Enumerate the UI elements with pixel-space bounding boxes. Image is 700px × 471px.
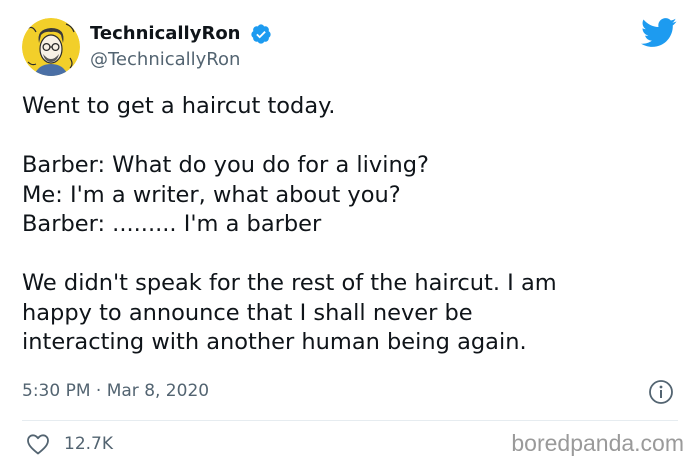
tweet-line: We didn't speak for the rest of the hair…: [22, 270, 557, 296]
tweet-line: Barber: What do you do for a living?: [22, 152, 429, 178]
tweet-line: Me: I'm a writer, what about you?: [22, 181, 401, 208]
divider: [22, 420, 678, 421]
tweet-line: Went to get a haircut today.: [22, 93, 336, 119]
heart-icon[interactable]: [26, 433, 50, 455]
author-display-name[interactable]: TechnicallyRon: [90, 22, 241, 46]
tweet-line: interacting with another human being aga…: [22, 329, 527, 355]
author-avatar[interactable]: [22, 18, 80, 76]
verified-badge-icon: [250, 23, 272, 45]
like-count[interactable]: 12.7K: [64, 432, 113, 456]
info-icon[interactable]: [648, 379, 674, 405]
tweet-text: Went to get a haircut today. Barber: Wha…: [22, 92, 682, 358]
author-handle[interactable]: @TechnicallyRon: [90, 48, 240, 72]
watermark: boredpanda.com: [511, 430, 684, 456]
tweet-timestamp[interactable]: 5:30 PM · Mar 8, 2020: [22, 380, 209, 402]
tweet-card: TechnicallyRon @TechnicallyRon Went to g…: [0, 0, 700, 471]
tweet-line: Barber: ......... I'm a barber: [22, 211, 322, 237]
twitter-bird-icon[interactable]: [641, 18, 677, 48]
tweet-line: happy to announce that I shall never be: [22, 299, 473, 326]
cartoon-portrait-avatar-icon: [22, 18, 80, 76]
